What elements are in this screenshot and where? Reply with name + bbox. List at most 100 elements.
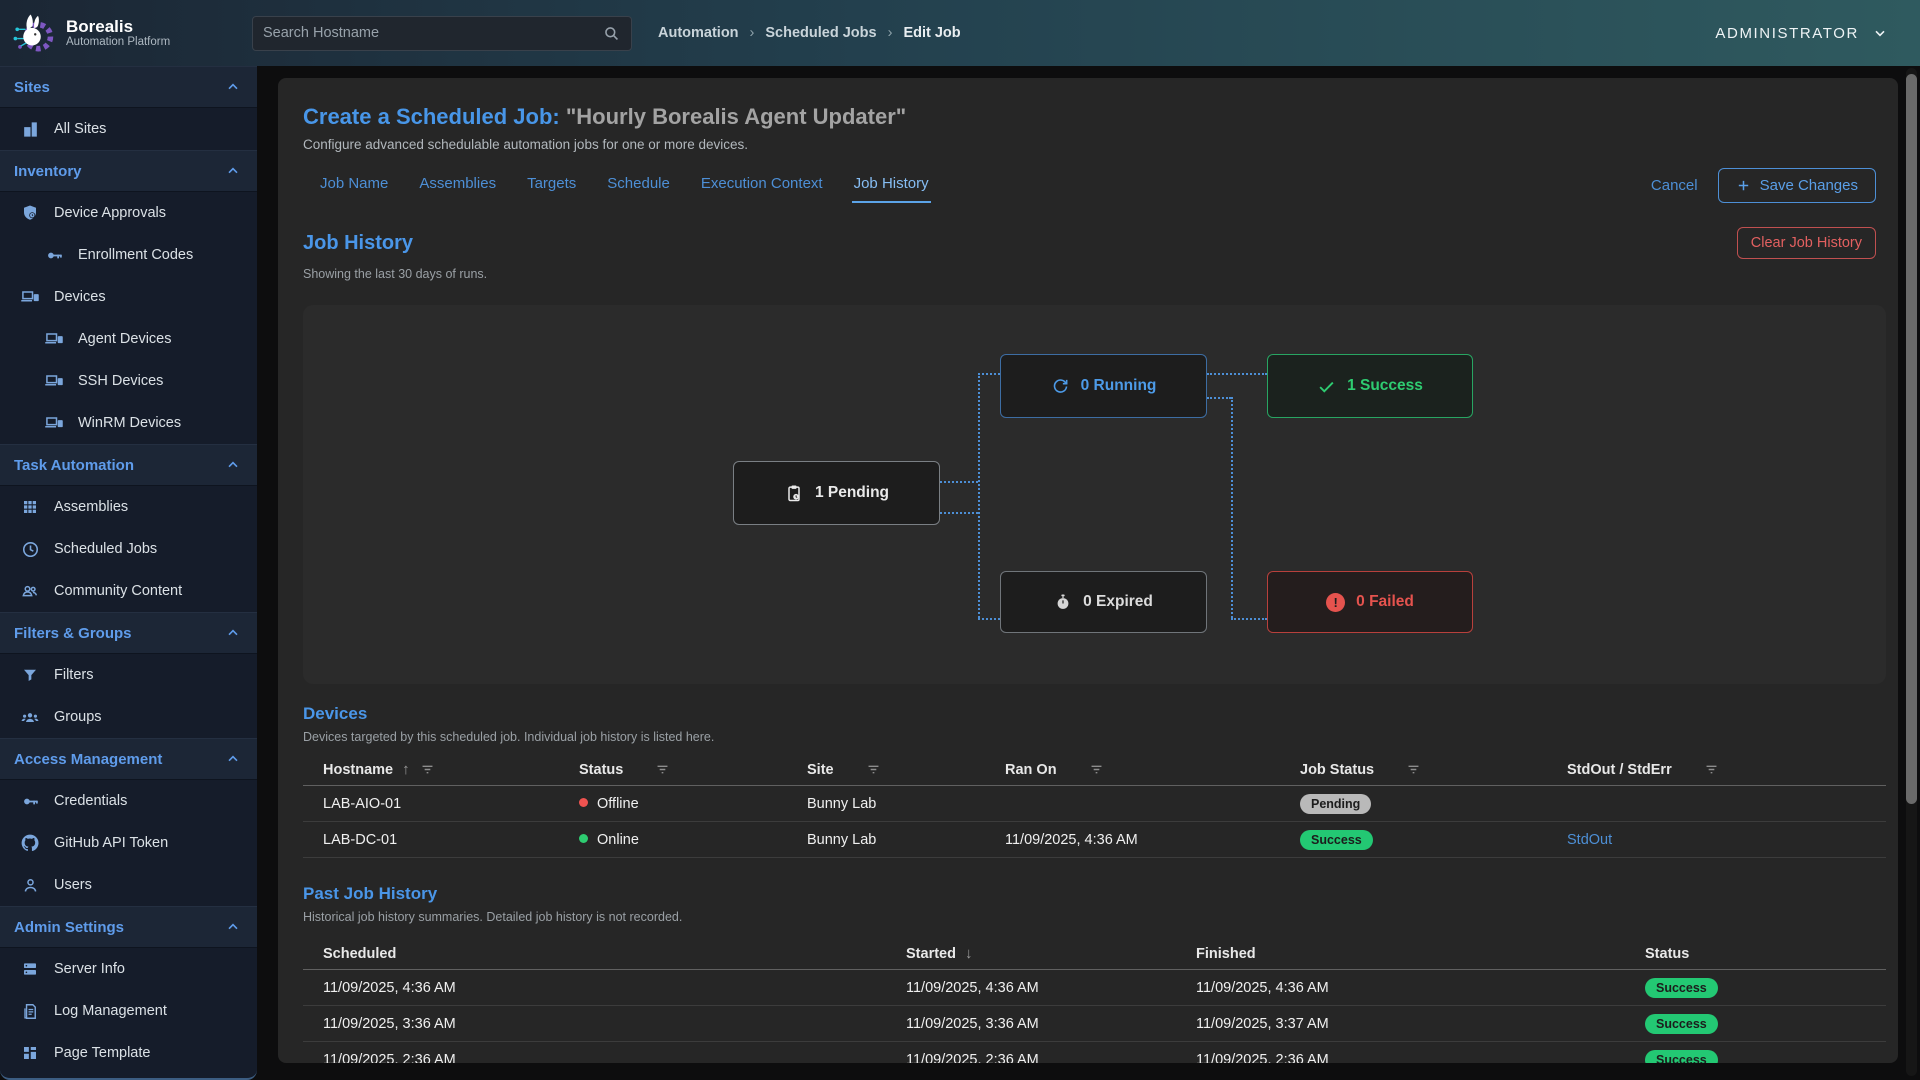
search-input[interactable] [263, 25, 602, 41]
filter-icon[interactable] [419, 761, 436, 778]
sync-icon [1051, 377, 1070, 396]
sidebar-item-label: Page Template [54, 1045, 150, 1061]
sidebar-item-github-api-token[interactable]: GitHub API Token [0, 822, 257, 864]
filter-icon[interactable] [1088, 761, 1105, 778]
offline-dot-icon [579, 798, 588, 807]
column-header-started[interactable]: Started↓ [906, 945, 1196, 962]
sidebar-item-winrm-devices[interactable]: WinRM Devices [0, 402, 257, 444]
sidebar-item-label: Server Info [54, 961, 125, 977]
tab-execution-context[interactable]: Execution Context [699, 169, 825, 203]
column-header-job-status[interactable]: Job Status [1300, 761, 1567, 778]
tab-assemblies[interactable]: Assemblies [417, 169, 498, 203]
column-header-ran-on[interactable]: Ran On [1005, 761, 1300, 778]
sidebar-item-credentials[interactable]: Credentials [0, 780, 257, 822]
filter-icon[interactable] [1703, 761, 1720, 778]
sidebar-item-label: WinRM Devices [78, 415, 181, 431]
column-header-stdout-stderr[interactable]: StdOut / StdErr [1567, 761, 1886, 778]
sidebar-item-enrollment-codes[interactable]: Enrollment Codes [0, 234, 257, 276]
stdout-link[interactable]: StdOut [1567, 832, 1612, 848]
sidebar-section-inventory[interactable]: Inventory [0, 150, 257, 192]
search-icon[interactable] [602, 24, 621, 43]
borealis-logo [8, 9, 56, 57]
devices-icon [44, 329, 64, 349]
column-header-site[interactable]: Site [807, 761, 1005, 778]
content-card: Create a Scheduled Job: "Hourly Borealis… [278, 78, 1898, 1063]
devices-header: Devices [303, 704, 1886, 724]
brand-text: Borealis Automation Platform [66, 17, 170, 50]
breadcrumb-automation[interactable]: Automation [658, 25, 739, 41]
sidebar-item-filters[interactable]: Filters [0, 654, 257, 696]
user-menu[interactable]: ADMINISTRATOR [1715, 25, 1920, 42]
sidebar-item-device-approvals[interactable]: Device Approvals [0, 192, 257, 234]
filter-icon[interactable] [654, 761, 671, 778]
sidebar-item-page-template[interactable]: Page Template [0, 1032, 257, 1074]
save-changes-button[interactable]: Save Changes [1718, 168, 1876, 203]
tab-job-history[interactable]: Job History [852, 169, 931, 203]
chevron-up-icon [225, 163, 241, 179]
sidebar-section-filters-groups[interactable]: Filters & Groups [0, 612, 257, 654]
table-row[interactable]: LAB-AIO-01 Offline Bunny Lab Pending [303, 786, 1886, 822]
table-row[interactable]: LAB-DC-01 Online Bunny Lab 11/09/2025, 4… [303, 822, 1886, 858]
key-icon [44, 245, 64, 265]
flow-connector [1231, 397, 1233, 618]
page-title-job-name: "Hourly Borealis Agent Updater" [560, 104, 906, 129]
cell-finished: 11/09/2025, 3:37 AM [1196, 1016, 1645, 1032]
sidebar-item-groups[interactable]: Groups [0, 696, 257, 738]
flow-node-success: 1 Success [1267, 354, 1473, 418]
flow-node-label: 0 Expired [1083, 593, 1153, 611]
clipboard-clock-icon [784, 483, 804, 503]
sidebar-item-log-management[interactable]: Log Management [0, 990, 257, 1032]
sidebar-item-label: Credentials [54, 793, 127, 809]
cell-site: Bunny Lab [807, 832, 1005, 848]
sidebar-item-all-sites[interactable]: All Sites [0, 108, 257, 150]
filter-icon[interactable] [1405, 761, 1422, 778]
scrollbar-thumb[interactable] [1906, 74, 1917, 804]
tab-schedule[interactable]: Schedule [605, 169, 672, 203]
sidebar-item-assemblies[interactable]: Assemblies [0, 486, 257, 528]
clear-job-history-button[interactable]: Clear Job History [1737, 227, 1876, 259]
cell-job-status: Success [1300, 830, 1567, 850]
sidebar-section-task-automation[interactable]: Task Automation [0, 444, 257, 486]
sidebar-item-label: SSH Devices [78, 373, 163, 389]
column-header-hostname[interactable]: Hostname ↑ [303, 761, 579, 778]
sidebar-section-sites[interactable]: Sites [0, 66, 257, 108]
tab-job-name[interactable]: Job Name [318, 169, 390, 203]
flow-connector [978, 373, 980, 618]
tab-targets[interactable]: Targets [525, 169, 578, 203]
sidebar-item-community-content[interactable]: Community Content [0, 570, 257, 612]
sidebar-section-access-management[interactable]: Access Management [0, 738, 257, 780]
flow-connector [978, 373, 1000, 375]
sidebar-item-scheduled-jobs[interactable]: Scheduled Jobs [0, 528, 257, 570]
sidebar-section-admin-settings[interactable]: Admin Settings [0, 906, 257, 948]
flow-connector [1207, 373, 1267, 375]
past-job-history-table: Scheduled Started↓ Finished Status 11/09… [303, 938, 1886, 1063]
job-history-heading: Job History [303, 232, 413, 255]
grid-icon [20, 497, 40, 517]
breadcrumb-edit-job[interactable]: Edit Job [903, 25, 960, 41]
sidebar-item-label: Log Management [54, 1003, 167, 1019]
check-icon [1317, 377, 1336, 396]
sidebar-item-label: Agent Devices [78, 331, 172, 347]
devices-heading: Devices [303, 704, 367, 724]
column-header-status[interactable]: Status [579, 761, 807, 778]
filter-icon[interactable] [865, 761, 882, 778]
table-row[interactable]: 11/09/2025, 4:36 AM 11/09/2025, 4:36 AM … [303, 970, 1886, 1006]
sidebar-item-label: Assemblies [54, 499, 128, 515]
column-header-scheduled[interactable]: Scheduled [303, 946, 906, 962]
table-row[interactable]: 11/09/2025, 3:36 AM 11/09/2025, 3:36 AM … [303, 1006, 1886, 1042]
sidebar-item-agent-devices[interactable]: Agent Devices [0, 318, 257, 360]
past-job-history-heading: Past Job History [303, 884, 437, 904]
sidebar-item-ssh-devices[interactable]: SSH Devices [0, 360, 257, 402]
breadcrumb-scheduled-jobs[interactable]: Scheduled Jobs [765, 25, 876, 41]
sidebar-item-devices[interactable]: Devices [0, 276, 257, 318]
sidebar-item-users[interactable]: Users [0, 864, 257, 906]
column-header-finished[interactable]: Finished [1196, 946, 1645, 962]
search-box[interactable] [252, 16, 632, 51]
cell-status: Success [1645, 1014, 1886, 1034]
flow-node-failed: ! 0 Failed [1267, 571, 1473, 633]
table-row[interactable]: 11/09/2025, 2:36 AM 11/09/2025, 2:36 AM … [303, 1042, 1886, 1063]
sidebar-item-server-info[interactable]: Server Info [0, 948, 257, 990]
column-header-status[interactable]: Status [1645, 946, 1886, 962]
cell-ran-on: 11/09/2025, 4:36 AM [1005, 832, 1300, 848]
cancel-button[interactable]: Cancel [1651, 177, 1698, 194]
